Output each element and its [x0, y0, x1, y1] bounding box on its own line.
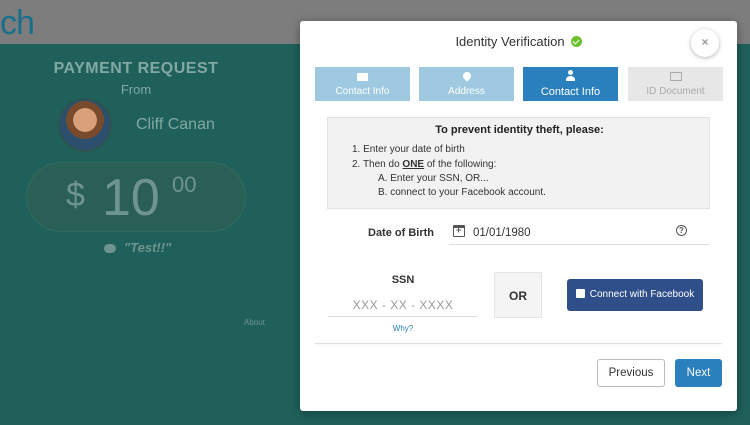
instruction-step-2-prefix: 2. Then do — [352, 159, 403, 170]
instructions-heading: To prevent identity theft, please: — [435, 124, 604, 136]
calendar-icon[interactable] — [453, 225, 465, 237]
ssn-why-link[interactable]: Why? — [328, 324, 478, 333]
instruction-step-2-suffix: of the following: — [424, 159, 497, 170]
question-circle-icon[interactable]: ? — [676, 225, 687, 236]
step-contact-info[interactable]: Contact Info — [315, 67, 410, 101]
dob-field[interactable] — [449, 221, 710, 245]
avatar — [58, 98, 112, 152]
instruction-option-a: A. Enter your SSN, OR... — [378, 173, 489, 184]
picture-icon — [669, 72, 682, 81]
step-label: Contact Info — [540, 86, 601, 98]
sender-name: Cliff Canan — [136, 116, 215, 133]
payment-note: "Test!!" — [104, 240, 171, 255]
payment-note-text: "Test!!" — [124, 240, 172, 255]
instruction-step-2-emphasis: ONE — [402, 159, 425, 170]
step-label: Contact Info — [335, 86, 390, 97]
ssn-label: SSN — [391, 274, 415, 286]
connect-facebook-label: Connect with Facebook — [589, 289, 695, 300]
user-icon — [566, 70, 575, 81]
amount-currency: $ — [66, 176, 85, 214]
logo: ch — [0, 4, 35, 42]
dob-label: Date of Birth — [368, 227, 434, 239]
step-label: Address — [448, 86, 485, 97]
payment-request-title: PAYMENT REQUEST — [53, 60, 219, 77]
map-marker-icon — [460, 70, 473, 82]
instruction-option-b: B. connect to your Facebook account. — [378, 187, 546, 198]
from-label: From — [120, 82, 152, 97]
ssn-field[interactable] — [328, 293, 478, 317]
identity-verification-modal: Identity Verification × Contact Info Add… — [300, 21, 737, 411]
chat-icon — [104, 244, 116, 254]
step-address[interactable]: Address — [419, 67, 514, 101]
or-divider: OR — [494, 272, 542, 318]
instructions-panel: To prevent identity theft, please: 1. En… — [327, 117, 710, 209]
facebook-icon — [575, 287, 585, 319]
modal-title-row: Identity Verification — [300, 34, 737, 49]
previous-button[interactable]: Previous — [597, 359, 665, 387]
step-id-document[interactable]: ID Document — [628, 67, 723, 101]
step-contact-info-active[interactable]: Contact Info — [523, 67, 618, 101]
check-circle-icon — [570, 36, 582, 47]
close-button[interactable]: × — [691, 29, 719, 57]
step-label: ID Document — [646, 86, 705, 97]
instruction-step-2: 2. Then do ONE of the following: — [352, 159, 496, 170]
instruction-step-1: 1. Enter your date of birth — [352, 144, 465, 155]
envelope-icon — [357, 73, 368, 81]
modal-title: Identity Verification — [455, 34, 565, 49]
next-button[interactable]: Next — [675, 359, 722, 387]
amount-cents: 00 — [172, 172, 197, 197]
modal-divider — [315, 343, 722, 344]
about-link[interactable]: About — [244, 318, 265, 327]
amount-whole: 10 — [102, 169, 160, 227]
connect-facebook-button[interactable]: Connect with Facebook — [567, 279, 703, 319]
